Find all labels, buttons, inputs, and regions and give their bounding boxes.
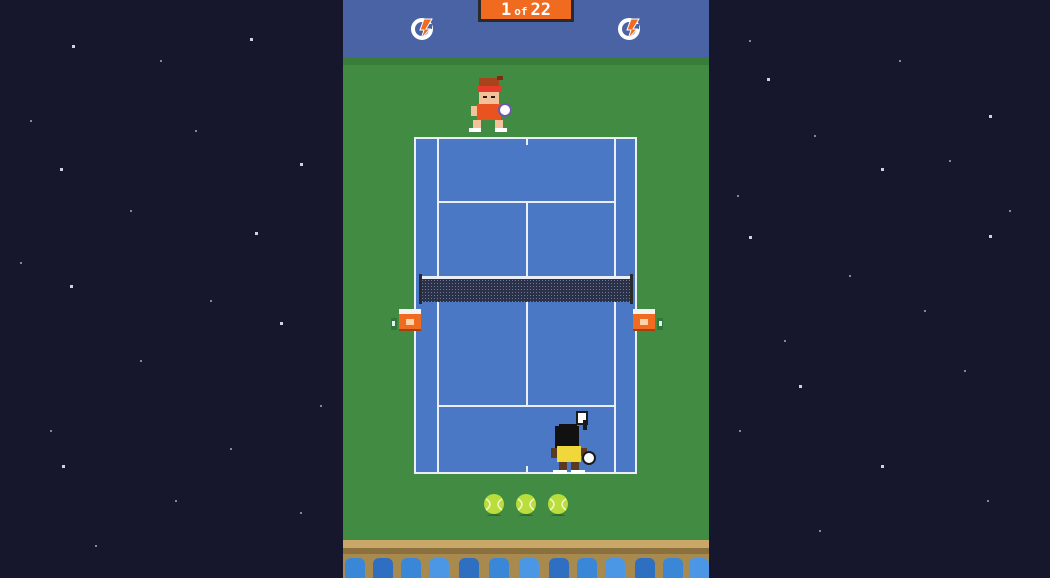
spectator xyxy=(549,558,569,578)
spectator xyxy=(605,558,625,578)
spectator xyxy=(345,558,365,578)
center-mark-bottom xyxy=(526,466,528,472)
doubles-alley-left xyxy=(437,139,439,472)
counter-current: 1 xyxy=(501,0,512,20)
center-service-line xyxy=(526,201,528,407)
tennis-net xyxy=(419,274,633,304)
counter-of: of xyxy=(514,5,528,18)
spectator xyxy=(373,558,393,578)
drink-cooler-icon xyxy=(633,309,663,331)
shot-counter: 1 of 22 xyxy=(478,0,574,22)
spectator xyxy=(519,558,539,578)
spectator xyxy=(459,558,479,578)
tennis-ball-icon xyxy=(548,494,568,516)
spectator xyxy=(401,558,421,578)
balls-remaining xyxy=(483,494,569,524)
counter-total: 22 xyxy=(530,0,551,20)
tennis-ball-icon xyxy=(516,494,536,516)
tennis-ball-icon xyxy=(484,494,504,516)
starfield-left xyxy=(0,0,343,578)
game-screen[interactable]: 1 of 22 xyxy=(343,0,709,578)
opponent-player xyxy=(469,76,511,132)
spectator xyxy=(689,558,709,578)
drink-cooler-icon xyxy=(391,309,421,331)
spectator xyxy=(577,558,597,578)
spectator xyxy=(489,558,509,578)
stands-rail xyxy=(343,540,709,548)
starfield-right xyxy=(709,0,1050,578)
tennis-court xyxy=(414,137,637,474)
spectator xyxy=(635,558,655,578)
stands-rail-shadow xyxy=(343,548,709,554)
spectator xyxy=(663,558,683,578)
g-bolt-icon xyxy=(618,18,640,40)
doubles-alley-right xyxy=(614,139,616,472)
center-mark-top xyxy=(526,139,528,145)
spectator xyxy=(429,558,449,578)
grass-edge xyxy=(343,57,709,65)
g-bolt-icon xyxy=(411,18,433,40)
user-player[interactable] xyxy=(547,410,599,482)
